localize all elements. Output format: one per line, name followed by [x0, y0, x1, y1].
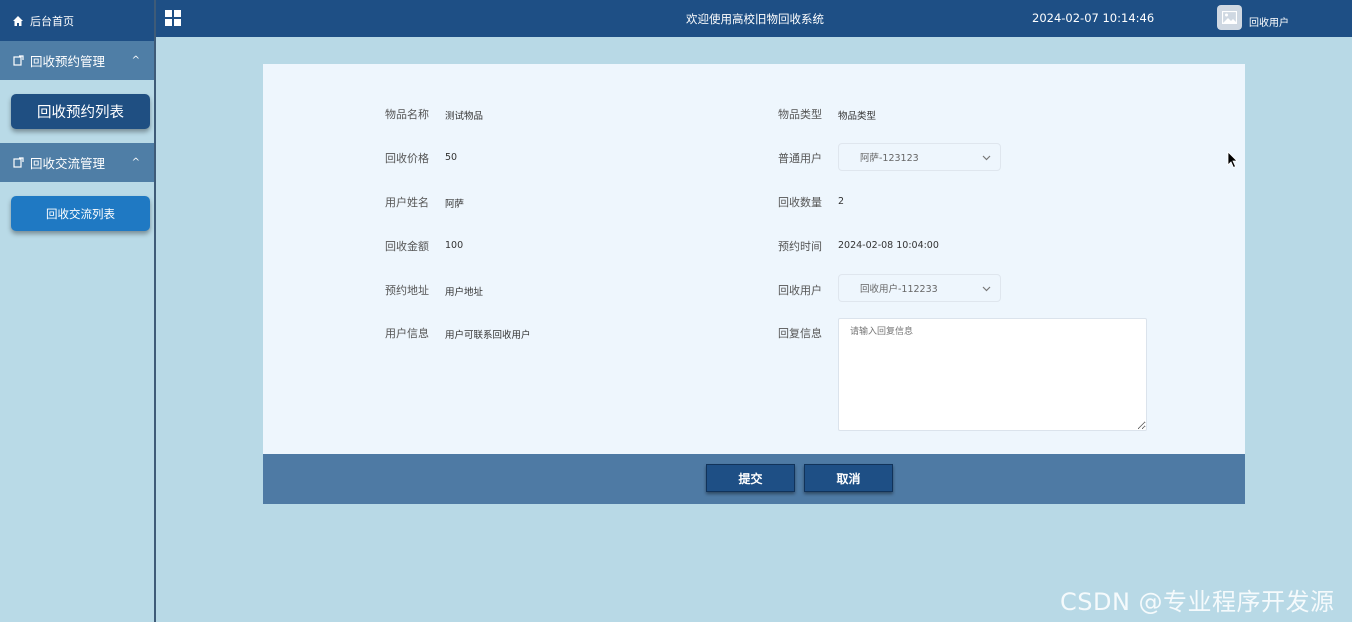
- sidebar-item-appointment-list[interactable]: 回收预约列表: [11, 94, 150, 129]
- item-type-value: 物品类型: [838, 111, 877, 122]
- document-icon: [13, 55, 24, 66]
- user-name-value: 阿萨: [445, 199, 465, 210]
- menu-group-label: 回收交流管理: [30, 156, 106, 171]
- sidebar-item-label: 回收预约列表: [37, 105, 124, 121]
- user-name-label: 用户姓名: [385, 196, 429, 209]
- recycle-user-select[interactable]: 回收用户-112233: [838, 274, 1001, 302]
- price-label: 回收价格: [385, 152, 429, 165]
- document-icon: [13, 157, 24, 168]
- amount-label: 回收金额: [385, 240, 429, 253]
- menu-group-appointment[interactable]: 回收预约管理 ^: [0, 41, 154, 80]
- grid-menu-icon[interactable]: [165, 10, 181, 26]
- cancel-button[interactable]: 取消: [804, 464, 893, 492]
- mouse-cursor-icon: [1227, 151, 1238, 169]
- appointment-time-value: 2024-02-08 10:04:00: [838, 240, 939, 251]
- menu-group-exchange[interactable]: 回收交流管理 ^: [0, 143, 154, 182]
- submit-button[interactable]: 提交: [706, 464, 795, 492]
- reply-textarea[interactable]: [838, 318, 1147, 431]
- quantity-label: 回收数量: [778, 196, 822, 209]
- sidebar-item-label: 回收交流列表: [46, 206, 115, 221]
- quantity-value: 2: [838, 196, 845, 207]
- watermark: CSDN @专业程序开发源: [1060, 588, 1335, 616]
- normal-user-select[interactable]: 阿萨-123123: [838, 143, 1001, 171]
- chevron-up-icon: ^: [131, 55, 140, 66]
- normal-user-label: 普通用户: [778, 152, 822, 165]
- top-header: 欢迎使用高校旧物回收系统 2024-02-07 10:14:46 回收用户: [156, 0, 1352, 37]
- chevron-down-icon: [982, 286, 991, 292]
- image-icon: [1222, 11, 1237, 24]
- current-user-name[interactable]: 回收用户: [1249, 14, 1289, 29]
- address-value: 用户地址: [445, 287, 484, 298]
- menu-group-label: 回收预约管理: [30, 54, 106, 69]
- chevron-down-icon: [982, 155, 991, 161]
- datetime-display: 2024-02-07 10:14:46: [1032, 11, 1155, 25]
- avatar[interactable]: [1217, 5, 1242, 30]
- chevron-up-icon: ^: [131, 157, 140, 168]
- home-link-label: 后台首页: [30, 14, 74, 28]
- home-link[interactable]: 后台首页: [0, 0, 154, 41]
- form-panel: 物品名称 测试物品 物品类型 物品类型 回收价格 50 普通用户 阿萨-1231…: [263, 64, 1245, 454]
- recycle-user-label: 回收用户: [778, 284, 822, 297]
- user-info-value: 用户可联系回收用户: [445, 330, 531, 341]
- recycle-user-value: 回收用户-112233: [860, 284, 938, 295]
- sidebar: 后台首页 回收预约管理 ^ 回收预约列表 回收交流管理 ^ 回收交流列表: [0, 0, 156, 622]
- form-action-bar: 提交 取消: [263, 454, 1245, 504]
- sidebar-item-exchange-list[interactable]: 回收交流列表: [11, 196, 150, 231]
- normal-user-value: 阿萨-123123: [860, 153, 919, 164]
- reply-label: 回复信息: [778, 327, 822, 340]
- item-name-value: 测试物品: [445, 111, 484, 122]
- appointment-time-label: 预约时间: [778, 240, 822, 253]
- user-info-label: 用户信息: [385, 327, 429, 340]
- item-name-label: 物品名称: [385, 108, 429, 121]
- site-title: 欢迎使用高校旧物回收系统: [686, 12, 824, 26]
- price-value: 50: [445, 152, 458, 163]
- address-label: 预约地址: [385, 284, 429, 297]
- amount-value: 100: [445, 240, 464, 251]
- item-type-label: 物品类型: [778, 108, 822, 121]
- home-icon: [13, 15, 23, 26]
